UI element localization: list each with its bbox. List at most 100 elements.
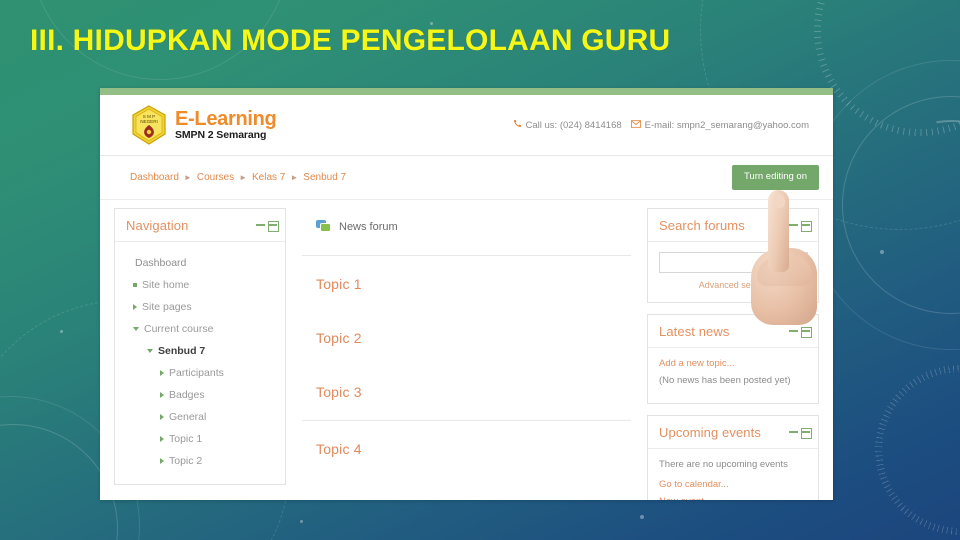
embedded-screenshot: S M P NEGERI E-Learning SMPN 2 Semarang bbox=[100, 88, 833, 500]
dock-icon[interactable] bbox=[801, 428, 812, 439]
nav-item-label: Site pages bbox=[142, 301, 192, 313]
topic-spacer bbox=[302, 292, 631, 310]
decor-dot bbox=[300, 520, 303, 523]
search-forums-input[interactable] bbox=[659, 252, 808, 273]
chevron-right-icon bbox=[160, 436, 164, 442]
contact-email-label: E-mail: smpn2_semarang@yahoo.com bbox=[644, 119, 809, 131]
decor-dot bbox=[640, 515, 644, 519]
chevron-right-icon bbox=[160, 458, 164, 464]
topic-spacer bbox=[302, 346, 631, 364]
chevron-right-icon bbox=[160, 370, 164, 376]
nav-item-label: Senbud 7 bbox=[158, 345, 206, 357]
decor-dot bbox=[60, 330, 63, 333]
topic-heading-2[interactable]: Topic 2 bbox=[302, 310, 631, 346]
brand-subtitle: SMPN 2 Semarang bbox=[175, 129, 267, 142]
new-event-link[interactable]: New event... bbox=[659, 496, 808, 500]
breadcrumb-item-kelas-7[interactable]: Kelas 7 bbox=[252, 172, 285, 183]
chevron-right-icon bbox=[133, 304, 137, 310]
news-forum-label: News forum bbox=[339, 220, 398, 233]
nav-item-site-pages[interactable]: Site pages bbox=[126, 296, 275, 318]
contact-email[interactable]: E-mail: smpn2_semarang@yahoo.com bbox=[630, 119, 809, 131]
forum-icon bbox=[316, 220, 331, 233]
collapse-icon[interactable] bbox=[256, 221, 265, 230]
navigation-block-body: Dashboard Site home Site pages Current c… bbox=[115, 242, 285, 484]
search-forums-block: Search forums Advanced search bbox=[647, 208, 819, 303]
presentation-slide: III. HIDUPKAN MODE PENGELOLAAN GURU S M … bbox=[0, 0, 960, 540]
slide-title: III. HIDUPKAN MODE PENGELOLAAN GURU bbox=[30, 24, 671, 57]
navigation-tree: Dashboard Site home Site pages Current c… bbox=[126, 252, 275, 472]
collapse-icon[interactable] bbox=[789, 221, 798, 230]
dock-icon[interactable] bbox=[268, 221, 279, 232]
nav-item-label: General bbox=[169, 411, 207, 423]
nav-item-label: Topic 2 bbox=[169, 455, 203, 467]
top-accent-strip bbox=[100, 88, 833, 95]
upcoming-events-body: There are no upcoming events Go to calen… bbox=[648, 449, 818, 500]
nav-item-senbud-7[interactable]: Senbud 7 bbox=[126, 340, 275, 362]
decor-dot bbox=[880, 250, 884, 254]
breadcrumb-separator: ► bbox=[290, 173, 299, 182]
block-tools bbox=[789, 327, 812, 338]
nav-item-dashboard[interactable]: Dashboard bbox=[126, 252, 275, 274]
go-to-calendar-link[interactable]: Go to calendar... bbox=[659, 479, 808, 490]
upcoming-events-title: Upcoming events bbox=[659, 425, 761, 440]
collapse-icon[interactable] bbox=[789, 327, 798, 336]
nav-item-participants[interactable]: Participants bbox=[126, 362, 275, 384]
decor-ring bbox=[842, 96, 960, 314]
chevron-right-icon bbox=[160, 392, 164, 398]
envelope-icon bbox=[630, 119, 641, 131]
upcoming-events-block: Upcoming events There are no upcoming ev… bbox=[647, 415, 819, 500]
add-new-topic-link[interactable]: Add a new topic... bbox=[659, 358, 808, 369]
chevron-down-icon bbox=[133, 327, 139, 331]
nav-item-badges[interactable]: Badges bbox=[126, 384, 275, 406]
latest-news-block: Latest news Add a new topic... (No news … bbox=[647, 314, 819, 404]
breadcrumb: Dashboard ► Courses ► Kelas 7 ► Senbud 7 bbox=[130, 172, 346, 183]
nav-item-site-home[interactable]: Site home bbox=[126, 274, 275, 296]
news-forum-row[interactable]: News forum bbox=[302, 208, 631, 233]
school-emblem-icon: S M P NEGERI bbox=[130, 105, 168, 145]
advanced-search-link[interactable]: Advanced search bbox=[659, 280, 808, 290]
block-tools bbox=[789, 428, 812, 439]
nav-item-topic-2[interactable]: Topic 2 bbox=[126, 450, 275, 472]
breadcrumb-row: Dashboard ► Courses ► Kelas 7 ► Senbud 7… bbox=[100, 156, 833, 200]
chevron-right-icon bbox=[160, 414, 164, 420]
site-brand[interactable]: S M P NEGERI E-Learning SMPN 2 Semarang bbox=[130, 105, 277, 145]
turn-editing-on-button[interactable]: Turn editing on bbox=[731, 165, 819, 190]
contact-phone[interactable]: Call us: (024) 8414168 bbox=[513, 119, 622, 131]
nav-item-general[interactable]: General bbox=[126, 406, 275, 428]
nav-item-topic-1[interactable]: Topic 1 bbox=[126, 428, 275, 450]
breadcrumb-item-senbud-7[interactable]: Senbud 7 bbox=[303, 172, 346, 183]
topic-heading-3[interactable]: Topic 3 bbox=[302, 364, 631, 400]
latest-news-title: Latest news bbox=[659, 324, 730, 339]
brand-title: E-Learning bbox=[175, 107, 277, 130]
search-forums-body: Advanced search bbox=[648, 242, 818, 302]
course-content-column: News forum Topic 1 Topic 2 Topic 3 Topic… bbox=[296, 208, 637, 457]
dock-icon[interactable] bbox=[801, 327, 812, 338]
site-header: S M P NEGERI E-Learning SMPN 2 Semarang bbox=[100, 95, 833, 156]
nav-item-label: Current course bbox=[144, 323, 214, 335]
nav-item-label: Participants bbox=[169, 367, 224, 379]
dock-icon[interactable] bbox=[801, 221, 812, 232]
nav-item-label: Topic 1 bbox=[169, 433, 203, 445]
upcoming-events-header: Upcoming events bbox=[648, 416, 818, 449]
nav-item-label: Dashboard bbox=[135, 257, 187, 269]
topic-heading-4[interactable]: Topic 4 bbox=[302, 421, 631, 457]
contact-phone-label: Call us: (024) 8414168 bbox=[525, 119, 622, 131]
topic-heading-1[interactable]: Topic 1 bbox=[302, 256, 631, 292]
nav-item-current-course[interactable]: Current course bbox=[126, 318, 275, 340]
breadcrumb-separator: ► bbox=[183, 173, 192, 182]
breadcrumb-item-dashboard[interactable]: Dashboard bbox=[130, 172, 179, 183]
navigation-block-header: Navigation bbox=[115, 209, 285, 242]
chevron-down-icon bbox=[147, 349, 153, 353]
latest-news-body: Add a new topic... (No news has been pos… bbox=[648, 348, 818, 403]
block-tools bbox=[789, 221, 812, 232]
latest-news-empty-text: (No news has been posted yet) bbox=[659, 375, 791, 386]
left-column: Navigation Dashboard Site home Site page… bbox=[114, 208, 286, 496]
phone-icon bbox=[513, 119, 522, 131]
upcoming-events-empty-text: There are no upcoming events bbox=[659, 459, 788, 470]
nav-item-label: Badges bbox=[169, 389, 205, 401]
search-forums-title: Search forums bbox=[659, 218, 745, 233]
page-body: Navigation Dashboard Site home Site page… bbox=[100, 200, 833, 500]
breadcrumb-item-courses[interactable]: Courses bbox=[197, 172, 234, 183]
decor-tick-ring bbox=[840, 330, 960, 540]
collapse-icon[interactable] bbox=[789, 428, 798, 437]
